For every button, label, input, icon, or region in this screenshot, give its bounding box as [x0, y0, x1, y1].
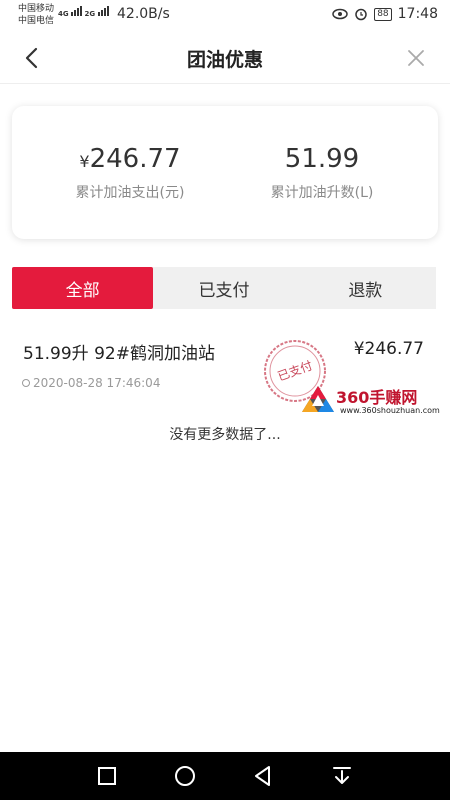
- record-title: 51.99升 92#鹤洞加油站: [23, 344, 215, 364]
- eye-icon: [332, 8, 348, 20]
- carrier-info: 中国移动 中国电信: [18, 3, 54, 27]
- filter-tabs: 全部 已支付 退款: [12, 267, 436, 309]
- circle-home-icon[interactable]: [173, 764, 197, 788]
- total-liters-label: 累计加油升数(L): [270, 185, 374, 201]
- status-right: 88 17:48: [332, 6, 438, 22]
- header: 团油优惠: [0, 32, 450, 84]
- notification-down-icon[interactable]: [330, 764, 354, 788]
- tab-all[interactable]: 全部: [12, 267, 154, 309]
- carrier-1: 中国移动: [18, 4, 55, 14]
- clock-icon: [22, 379, 30, 387]
- clock-time: 17:48: [397, 6, 438, 22]
- no-more-data: 没有更多数据了...: [169, 427, 281, 443]
- carrier-2: 中国电信: [18, 16, 55, 26]
- record-time-text: 2020-08-28 17:46:04: [33, 376, 161, 390]
- watermark-name: 360手赚网: [336, 388, 418, 407]
- total-spend-label: 累计加油支出(元): [75, 185, 185, 201]
- signal-icon: [97, 5, 109, 16]
- currency-symbol: ¥: [79, 152, 90, 171]
- total-liters-stat: 51.99 累计加油升数(L): [232, 144, 412, 202]
- summary-card: ¥246.77 累计加油支出(元) 51.99 累计加油升数(L): [12, 106, 438, 239]
- network-type-1: 4G: [58, 10, 69, 18]
- battery-icon: 88: [374, 7, 392, 21]
- system-nav-bar: [0, 752, 450, 800]
- signal-icon: [71, 5, 83, 16]
- page-title: 团油优惠: [186, 49, 263, 71]
- network-type-2: 2G: [84, 10, 96, 18]
- record-time: 2020-08-28 17:46:04: [22, 376, 160, 390]
- triangle-back-icon[interactable]: [251, 764, 275, 788]
- network-indicators: 4G 2G: [58, 5, 109, 18]
- spend-amount: 246.77: [89, 144, 181, 174]
- watermark-logo-icon: [302, 386, 334, 412]
- tab-refund[interactable]: 退款: [295, 267, 436, 309]
- square-icon[interactable]: [95, 764, 119, 788]
- status-bar: 中国移动 中国电信 4G 2G 42.0B/s 88 17:48: [0, 0, 450, 32]
- total-spend-stat: ¥246.77 累计加油支出(元): [40, 144, 220, 202]
- network-speed: 42.0B/s: [117, 6, 170, 22]
- alarm-icon: [355, 8, 367, 21]
- tab-paid[interactable]: 已支付: [153, 267, 294, 309]
- record-amount: ¥246.77: [353, 339, 424, 359]
- stamp-text: 已支付: [276, 358, 315, 383]
- total-liters-value: 51.99: [284, 144, 360, 174]
- watermark-url: www.360shouzhuan.com: [340, 406, 440, 415]
- watermark: 360手赚网 www.360shouzhuan.com: [296, 384, 448, 416]
- total-spend-value: ¥246.77: [40, 144, 220, 174]
- close-button[interactable]: [404, 46, 428, 70]
